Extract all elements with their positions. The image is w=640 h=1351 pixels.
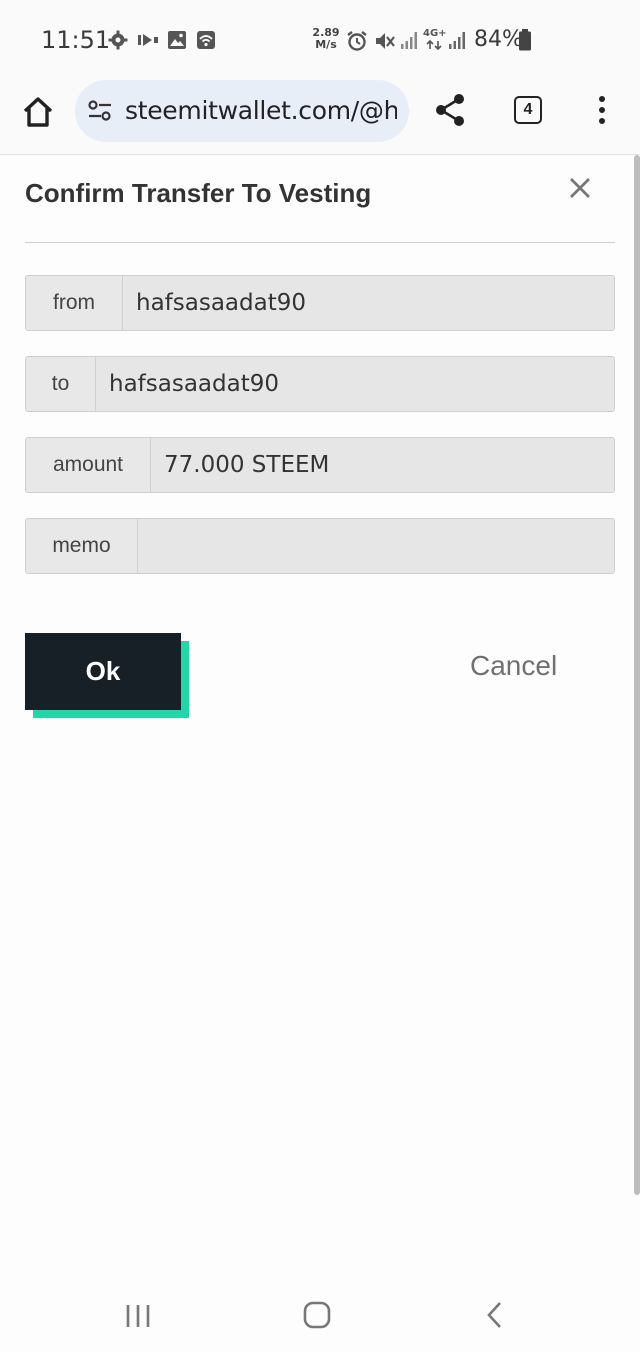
battery-level: 84% [474, 27, 523, 52]
signal-icon [401, 32, 417, 49]
from-value: hafsasaadat90 [123, 276, 614, 330]
network-label: 4G+ [423, 28, 447, 39]
signal-icon-2 [449, 32, 465, 49]
to-label: to [26, 357, 96, 411]
settings-icon [108, 30, 128, 50]
back-icon[interactable] [484, 1300, 506, 1330]
home-icon[interactable] [20, 94, 56, 130]
status-time: 11:51 [41, 26, 111, 54]
to-field: to hafsasaadat90 [25, 356, 615, 412]
dialog-divider [25, 242, 615, 243]
ok-button[interactable]: Ok [25, 633, 181, 710]
amount-field: amount 77.000 STEEM [25, 437, 615, 493]
alarm-icon [347, 31, 367, 51]
amount-label: amount [26, 438, 151, 492]
battery-icon [519, 29, 531, 51]
ok-button-wrapper: Ok [25, 633, 189, 718]
data-arrows-icon [426, 40, 442, 50]
memo-label: memo [26, 519, 138, 573]
from-label: from [26, 276, 123, 330]
nav-home-icon[interactable] [302, 1300, 332, 1330]
page: 11:51 2.89 M/s 4G+ 84% steemitwallet.com… [0, 0, 640, 1351]
share-icon[interactable] [432, 92, 468, 128]
tune-icon[interactable] [87, 99, 113, 123]
memo-field: memo [25, 518, 615, 574]
status-bar: 11:51 2.89 M/s 4G+ 84% [0, 0, 640, 78]
address-bar[interactable]: steemitwallet.com/@hafsasaadat90 [75, 80, 409, 142]
net-speed-unit: M/s [315, 38, 337, 51]
system-nav-bar [0, 1280, 640, 1351]
net-speed: 2.89 M/s [312, 27, 340, 51]
image-icon [168, 31, 186, 49]
cast-icon [138, 34, 158, 46]
cancel-button[interactable]: Cancel [470, 650, 557, 682]
wifi-calling-icon [197, 31, 215, 49]
amount-value: 77.000 STEEM [151, 438, 614, 492]
recents-icon[interactable] [124, 1302, 152, 1330]
mute-icon [376, 33, 395, 49]
close-icon[interactable] [564, 172, 596, 204]
dialog-title: Confirm Transfer To Vesting [25, 178, 372, 208]
more-vert-icon[interactable] [592, 94, 612, 126]
browser-toolbar: steemitwallet.com/@hafsasaadat90 4 [0, 78, 640, 155]
from-field: from hafsasaadat90 [25, 275, 615, 331]
url-text[interactable]: steemitwallet.com/@hafsasaadat90 [125, 96, 397, 125]
to-value: hafsasaadat90 [96, 357, 614, 411]
tabs-icon[interactable]: 4 [514, 96, 542, 124]
page-scrollbar[interactable] [634, 155, 640, 1195]
memo-value [138, 519, 614, 573]
